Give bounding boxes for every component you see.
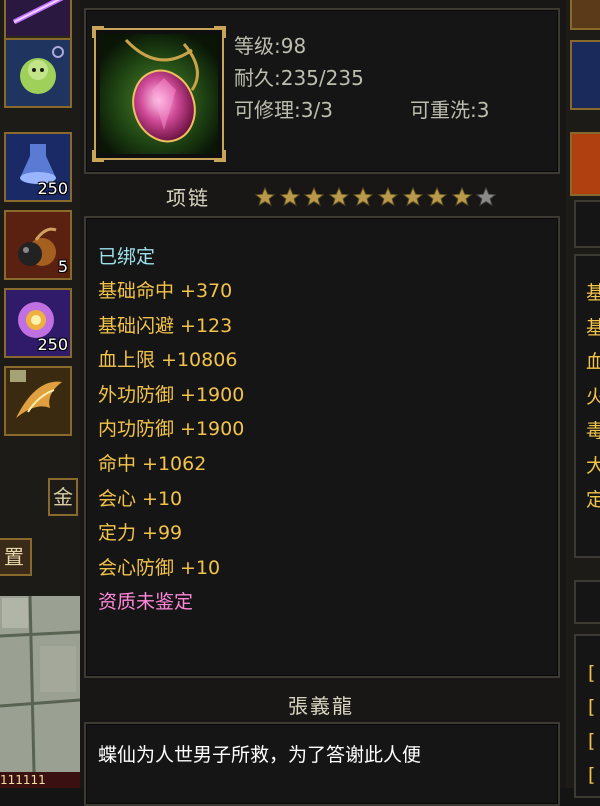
star-filled-icon — [279, 186, 300, 207]
star-filled-icon — [328, 186, 350, 207]
attribute-line: 命中 +1062 — [98, 453, 207, 475]
frame-corner — [92, 26, 104, 38]
frame-corner — [92, 150, 104, 162]
item-maker: 張義龍 — [288, 694, 354, 718]
bound-status: 已绑定 — [98, 246, 156, 268]
phoenix-icon — [6, 368, 70, 434]
star-rating — [254, 186, 500, 210]
star-filled-icon — [303, 186, 325, 207]
item-quantity: 5 — [57, 257, 68, 276]
bracket-char: [ — [588, 696, 596, 718]
attribute-line: 基础命中 +370 — [98, 280, 233, 302]
attribute-line: 资质未鉴定 — [98, 591, 194, 614]
star-filled-icon — [254, 186, 276, 207]
gold-button[interactable]: 金 — [48, 478, 78, 516]
bracket-column: [ [ [ [ — [588, 656, 595, 792]
left-inventory-strip: 250 5 250 金 置 111111 — [0, 0, 81, 788]
attribute-line: 定力 +99 — [98, 522, 183, 545]
bracket-char: [ — [588, 730, 596, 752]
partial-attribute-char: 血 — [586, 351, 600, 373]
bottom-counter: 111111 — [0, 772, 80, 788]
attribute-line: 会心防御 +10 — [98, 556, 221, 579]
item-icon-frame[interactable] — [92, 26, 226, 162]
partial-attribute-char: 火 — [586, 385, 600, 408]
item-description: 蝶仙为人世男子所救，为了答谢此人便 — [98, 744, 422, 766]
purple-weapon-icon — [6, 0, 70, 36]
green-spirit-icon — [6, 40, 70, 106]
inventory-slot[interactable]: 250 — [4, 132, 72, 202]
star-filled-icon — [377, 186, 399, 207]
item-quantity: 250 — [37, 179, 68, 198]
attribute-line: 会心 +10 — [98, 487, 183, 510]
partial-attribute-char: 定 — [586, 489, 600, 511]
star-filled-icon — [451, 186, 473, 207]
frame-corner — [214, 26, 226, 38]
frame-corner — [214, 150, 226, 162]
item-name: 项链 — [166, 186, 210, 210]
inventory-slot[interactable] — [570, 132, 600, 196]
partial-attribute-column: 基基血火毒大定 — [586, 276, 600, 518]
attribute-line: 外功防御 +1900 — [98, 383, 245, 406]
side-frame — [574, 634, 600, 798]
attribute-line: 基础闪避 +123 — [98, 314, 233, 337]
partial-attribute-char: 基 — [586, 316, 600, 339]
star-filled-icon — [402, 186, 423, 207]
map-thumbnail — [0, 595, 81, 773]
partial-attribute-char: 毒 — [586, 420, 600, 442]
inventory-slot[interactable] — [570, 40, 600, 110]
attribute-line: 内功防御 +1900 — [98, 418, 245, 441]
star-filled-icon — [426, 186, 448, 207]
star-empty-icon — [475, 186, 497, 207]
inventory-slot[interactable] — [4, 366, 72, 436]
pink-necklace-icon — [100, 34, 218, 154]
item-quantity: 250 — [37, 335, 68, 354]
item-repairable: 可修理:3/3 — [234, 98, 333, 122]
bracket-char: [ — [588, 662, 596, 684]
side-tab[interactable] — [574, 200, 600, 248]
attribute-line: 血上限 +10806 — [98, 349, 238, 372]
partial-attribute-char: 基 — [586, 282, 600, 304]
inventory-slot[interactable]: 5 — [4, 210, 72, 280]
side-tab[interactable] — [574, 580, 600, 624]
item-durability: 耐久:235/235 — [234, 66, 364, 90]
inventory-slot[interactable] — [4, 38, 72, 108]
bracket-char: [ — [588, 764, 596, 786]
inventory-slot[interactable] — [570, 0, 600, 30]
partial-attribute-char: 大 — [586, 454, 600, 477]
inventory-slot[interactable]: 250 — [4, 288, 72, 358]
item-level: 等级:98 — [234, 34, 307, 58]
settings-button[interactable]: 置 — [0, 538, 32, 576]
right-partial-panel: 基基血火毒大定 [[[[ — [566, 0, 600, 798]
star-filled-icon — [353, 186, 374, 207]
item-rewashable: 可重洗:3 — [410, 98, 490, 122]
